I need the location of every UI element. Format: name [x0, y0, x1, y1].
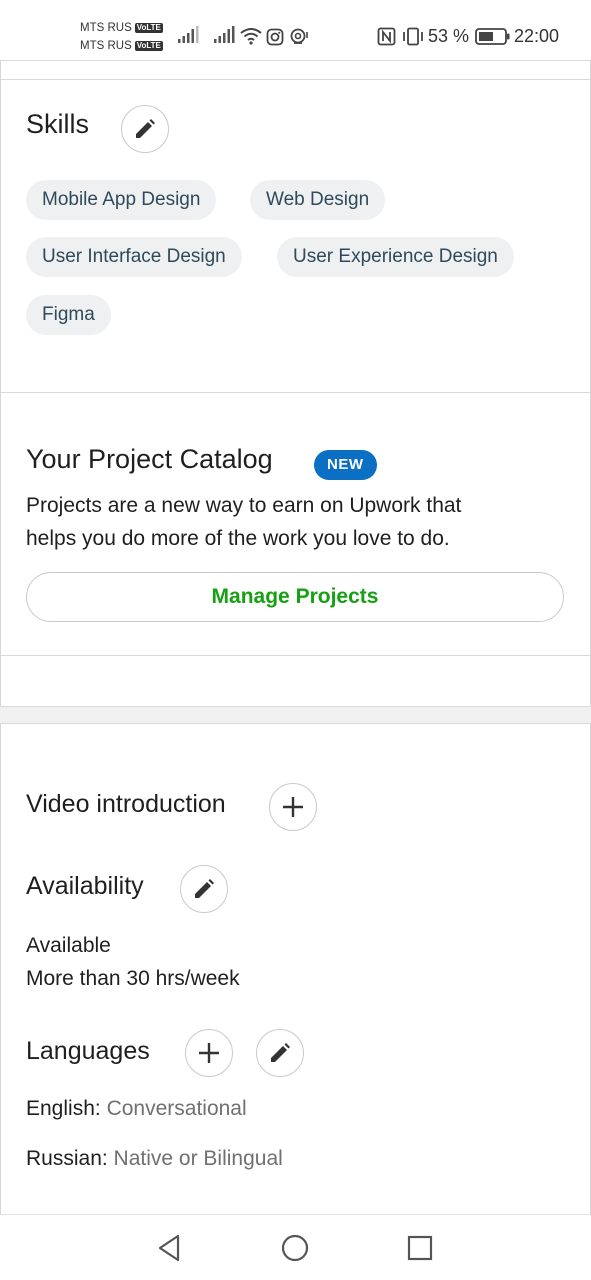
clock: 22:00 — [514, 26, 560, 46]
availability-title: Availability — [26, 872, 144, 900]
manage-projects-button[interactable]: Manage Projects — [26, 572, 564, 622]
carrier-info: MTS RUS VoLTE MTS RUS VoLTE — [80, 19, 163, 55]
section-gap — [0, 706, 591, 724]
add-language-button[interactable] — [185, 1029, 233, 1077]
app-notification-icon — [290, 28, 308, 44]
battery-percent: 53 % — [428, 26, 470, 46]
battery-icon — [475, 28, 510, 45]
home-icon — [281, 1234, 309, 1262]
back-icon — [158, 1234, 180, 1262]
instagram-icon — [266, 28, 284, 46]
language-level: Native or Bilingual — [113, 1147, 283, 1170]
signal-icon — [214, 26, 235, 43]
edit-skills-button[interactable] — [121, 105, 169, 153]
availability-hours: More than 30 hrs/week — [26, 967, 240, 990]
home-button[interactable] — [278, 1231, 312, 1265]
language-row: Russian: Native or Bilingual — [26, 1147, 283, 1171]
system-nav-bar — [0, 1214, 591, 1280]
add-video-button[interactable] — [269, 783, 317, 831]
plus-icon — [199, 1043, 219, 1063]
language-row: English: Conversational — [26, 1097, 247, 1121]
skill-chip[interactable]: User Interface Design — [26, 237, 242, 277]
section-divider — [0, 655, 591, 656]
carrier-2: MTS RUS — [80, 40, 132, 52]
skill-chip[interactable]: Web Design — [250, 180, 386, 220]
language-name: Russian: — [26, 1147, 108, 1170]
project-catalog-description-1: Projects are a new way to earn on Upwork… — [26, 494, 462, 517]
project-catalog-title: Your Project Catalog — [26, 444, 273, 474]
nfc-icon — [377, 27, 396, 46]
vibrate-icon — [403, 27, 423, 46]
plus-icon — [283, 797, 303, 817]
skills-title: Skills — [26, 109, 90, 139]
signal-icon — [178, 26, 199, 43]
skill-chip[interactable]: User Experience Design — [277, 237, 514, 277]
volte-badge: VoLTE — [134, 41, 163, 51]
recents-button[interactable] — [403, 1231, 437, 1265]
pencil-icon — [271, 1043, 290, 1062]
language-level: Conversational — [106, 1097, 247, 1120]
pencil-icon — [195, 879, 214, 898]
wifi-icon — [240, 28, 262, 45]
carrier-1: MTS RUS — [80, 22, 132, 34]
edit-availability-button[interactable] — [180, 865, 228, 913]
skill-chip[interactable]: Figma — [26, 295, 111, 335]
edit-languages-button[interactable] — [256, 1029, 304, 1077]
language-name: English: — [26, 1097, 101, 1120]
volte-badge: VoLTE — [134, 23, 163, 33]
new-badge: NEW — [314, 450, 377, 480]
top-divider — [0, 79, 591, 80]
pencil-icon — [136, 119, 155, 138]
video-intro-title: Video introduction — [26, 790, 226, 818]
recents-icon — [407, 1235, 433, 1261]
availability-status: Available — [26, 934, 111, 957]
project-catalog-description-2: helps you do more of the work you love t… — [26, 527, 450, 550]
back-button[interactable] — [152, 1231, 186, 1265]
skill-chip[interactable]: Mobile App Design — [26, 180, 217, 220]
languages-title: Languages — [26, 1037, 150, 1065]
